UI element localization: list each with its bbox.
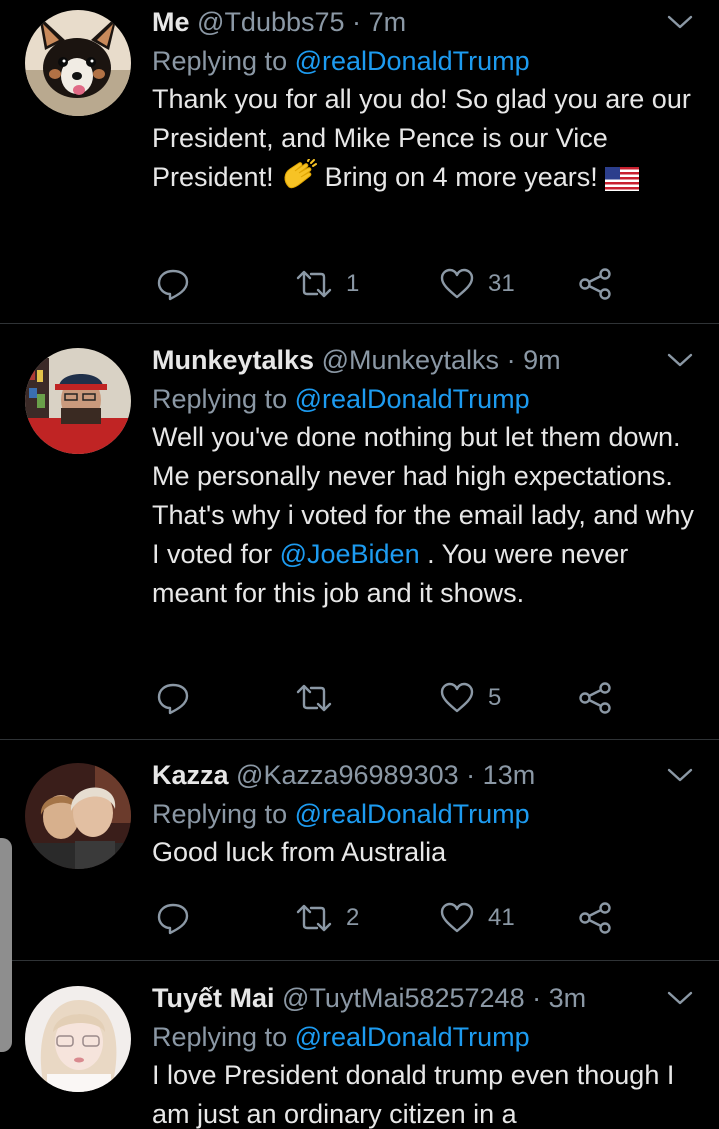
replying-to: Replying to @realDonaldTrump bbox=[152, 380, 530, 418]
retweet-button[interactable] bbox=[296, 678, 346, 718]
display-name[interactable]: Kazza bbox=[152, 760, 229, 790]
chevron-down-icon[interactable] bbox=[667, 990, 693, 1006]
chevron-down-icon[interactable] bbox=[667, 352, 693, 368]
like-button[interactable]: 41 bbox=[440, 898, 515, 938]
avatar[interactable] bbox=[25, 763, 131, 869]
separator: · bbox=[352, 7, 362, 37]
timestamp[interactable]: 3m bbox=[549, 983, 587, 1013]
like-icon bbox=[440, 682, 474, 713]
share-icon bbox=[579, 682, 611, 714]
like-button[interactable]: 5 bbox=[440, 678, 501, 718]
action-bar: 5 bbox=[152, 678, 622, 718]
replying-to: Replying to @realDonaldTrump bbox=[152, 42, 530, 80]
edge-scroll-handle[interactable] bbox=[0, 838, 12, 1052]
reply-icon bbox=[157, 903, 189, 935]
reply-icon bbox=[157, 683, 189, 715]
dog-avatar-image bbox=[25, 10, 131, 116]
retweet-count: 2 bbox=[346, 904, 360, 931]
man-avatar-image bbox=[25, 348, 131, 454]
retweet-icon bbox=[296, 684, 332, 712]
reply-mention-link[interactable]: @realDonaldTrump bbox=[295, 799, 530, 829]
replying-to-label: Replying to bbox=[152, 46, 288, 76]
share-icon bbox=[579, 902, 611, 934]
share-button[interactable] bbox=[578, 898, 612, 938]
avatar[interactable] bbox=[25, 348, 131, 454]
timestamp[interactable]: 7m bbox=[369, 7, 407, 37]
reply-feed: Me @Tdubbs75 · 7m Replying to @realDonal… bbox=[0, 0, 719, 1129]
chevron-down-icon[interactable] bbox=[667, 767, 693, 783]
tweet-header: Tuyết Mai @TuytMai58257248 · 3m bbox=[152, 978, 586, 1018]
tweet-text: Thank you for all you do! So glad you ar… bbox=[152, 80, 697, 202]
like-icon bbox=[440, 902, 474, 933]
tweet-4[interactable]: Tuyết Mai @TuytMai58257248 · 3m Replying… bbox=[0, 978, 719, 1129]
divider bbox=[0, 739, 719, 740]
retweet-icon bbox=[296, 270, 332, 298]
replying-to: Replying to @realDonaldTrump bbox=[152, 1018, 530, 1056]
retweet-count: 1 bbox=[346, 270, 360, 297]
reply-button[interactable] bbox=[156, 898, 190, 938]
replying-to-label: Replying to bbox=[152, 1022, 288, 1052]
reply-icon bbox=[157, 269, 189, 301]
tweet-text: I love President donald trump even thoug… bbox=[152, 1056, 697, 1129]
clapping-hands-emoji-icon bbox=[281, 158, 318, 202]
like-count: 41 bbox=[488, 904, 515, 931]
tweet-2[interactable]: Munkeytalks @Munkeytalks · 9m Replying t… bbox=[0, 340, 719, 738]
action-bar: 1 31 bbox=[152, 264, 622, 304]
tweet-header: Me @Tdubbs75 · 7m bbox=[152, 2, 406, 42]
tweet-header: Munkeytalks @Munkeytalks · 9m bbox=[152, 340, 561, 380]
reply-mention-link[interactable]: @realDonaldTrump bbox=[295, 1022, 530, 1052]
tweet-3[interactable]: Kazza @Kazza96989303 · 13m Replying to @… bbox=[0, 755, 719, 955]
mention-link[interactable]: @JoeBiden bbox=[280, 539, 420, 569]
retweet-button[interactable]: 2 bbox=[296, 898, 359, 938]
tweet-1[interactable]: Me @Tdubbs75 · 7m Replying to @realDonal… bbox=[0, 2, 719, 322]
share-icon bbox=[579, 268, 611, 300]
woman-avatar-image bbox=[25, 986, 131, 1092]
like-count: 5 bbox=[488, 684, 502, 711]
display-name[interactable]: Munkeytalks bbox=[152, 345, 314, 375]
tweet-text-part-1: I love President donald trump even thoug… bbox=[152, 1060, 675, 1129]
tweet-text: Well you've done nothing but let them do… bbox=[152, 418, 697, 613]
display-name[interactable]: Tuyết Mai bbox=[152, 983, 275, 1013]
like-button[interactable]: 31 bbox=[440, 264, 515, 304]
handle[interactable]: @Tdubbs75 bbox=[197, 7, 345, 37]
share-button[interactable] bbox=[578, 264, 612, 304]
separator: · bbox=[506, 345, 516, 375]
retweet-button[interactable]: 1 bbox=[296, 264, 359, 304]
reply-button[interactable] bbox=[156, 678, 190, 718]
handle[interactable]: @Kazza96989303 bbox=[236, 760, 459, 790]
timestamp[interactable]: 13m bbox=[483, 760, 536, 790]
replying-to-label: Replying to bbox=[152, 799, 288, 829]
tweet-header: Kazza @Kazza96989303 · 13m bbox=[152, 755, 535, 795]
like-icon bbox=[440, 268, 474, 299]
share-button[interactable] bbox=[578, 678, 612, 718]
handle[interactable]: @Munkeytalks bbox=[322, 345, 499, 375]
avatar[interactable] bbox=[25, 10, 131, 116]
divider bbox=[0, 323, 719, 324]
reply-mention-link[interactable]: @realDonaldTrump bbox=[295, 384, 530, 414]
like-count: 31 bbox=[488, 270, 515, 297]
avatar[interactable] bbox=[25, 986, 131, 1092]
divider bbox=[0, 960, 719, 961]
two-people-avatar-image bbox=[25, 763, 131, 869]
display-name[interactable]: Me bbox=[152, 7, 190, 37]
chevron-down-icon[interactable] bbox=[667, 14, 693, 30]
tweet-text: Good luck from Australia bbox=[152, 833, 697, 872]
separator: · bbox=[466, 760, 476, 790]
action-bar: 2 41 bbox=[152, 898, 622, 938]
separator: · bbox=[532, 983, 542, 1013]
reply-mention-link[interactable]: @realDonaldTrump bbox=[295, 46, 530, 76]
replying-to-label: Replying to bbox=[152, 384, 288, 414]
reply-button[interactable] bbox=[156, 264, 190, 304]
us-flag-emoji-icon bbox=[605, 163, 640, 202]
handle[interactable]: @TuytMai58257248 bbox=[282, 983, 525, 1013]
tweet-text-part-2: Bring on 4 more years! bbox=[324, 162, 598, 192]
timestamp[interactable]: 9m bbox=[523, 345, 561, 375]
retweet-icon bbox=[296, 904, 332, 932]
tweet-text-part-1: Good luck from Australia bbox=[152, 837, 447, 867]
replying-to: Replying to @realDonaldTrump bbox=[152, 795, 530, 833]
